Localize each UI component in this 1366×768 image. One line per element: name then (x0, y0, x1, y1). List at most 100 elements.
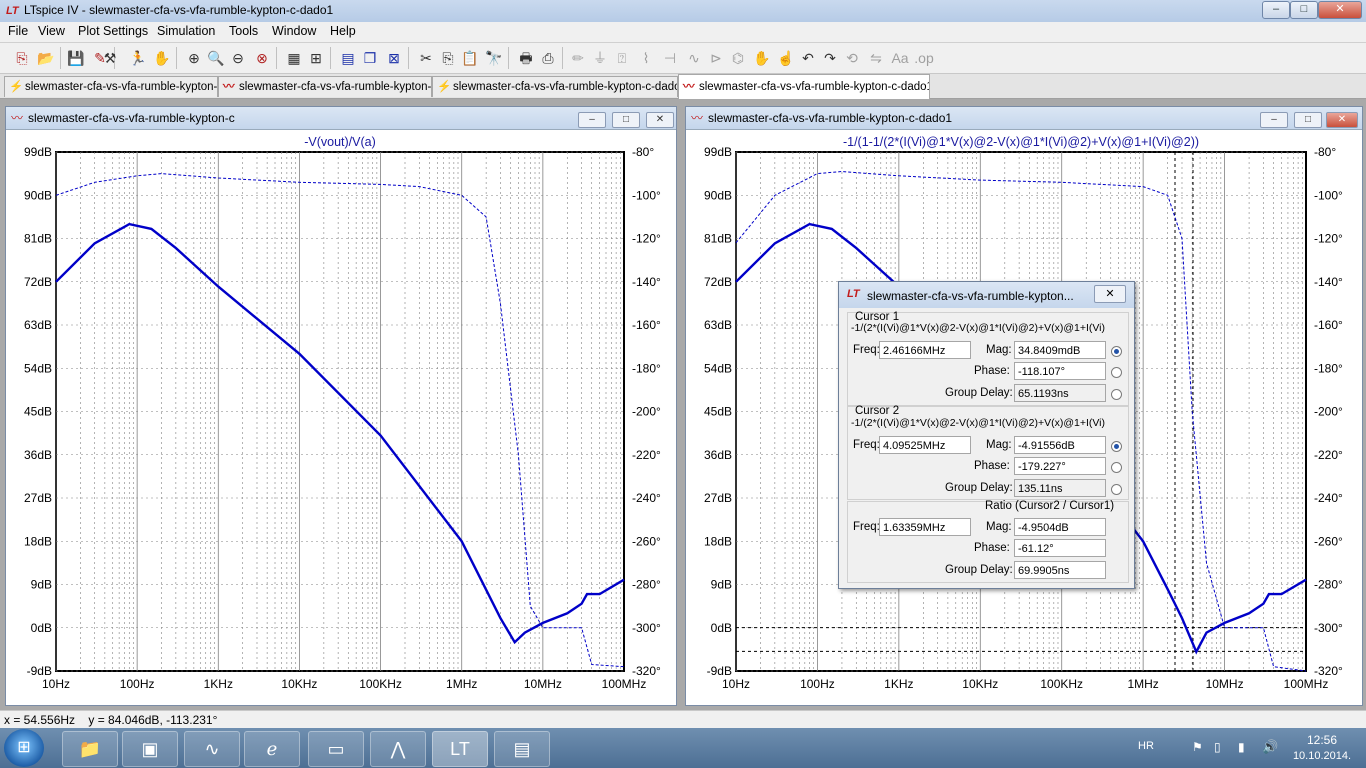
ratio-group-delay-field[interactable]: 69.9905ns (1014, 561, 1106, 579)
text-icon[interactable]: Aa (890, 48, 910, 68)
copy-icon[interactable]: ⎘ (438, 48, 458, 68)
autorange-icon[interactable]: ▦ (284, 48, 304, 68)
cursor1-phase-radio[interactable] (1111, 367, 1122, 378)
menu-window[interactable]: Window (272, 24, 316, 38)
zoom-cancel-icon[interactable]: ⊗ (252, 48, 272, 68)
dialog-close-button[interactable]: ✕ (1094, 285, 1126, 303)
tab-schematic-1[interactable]: ⚡ slewmaster-cfa-vs-vfa-rumble-kypton-c (4, 76, 218, 97)
component-icon[interactable]: ⌬ (728, 48, 748, 68)
pan-hand-icon[interactable]: ✋ (152, 48, 172, 68)
diode-icon[interactable]: ⊳ (706, 48, 726, 68)
minimize-button[interactable]: – (1262, 1, 1290, 19)
cursor1-phase-field[interactable]: -118.107° (1014, 362, 1106, 380)
clock-date[interactable]: 10.10.2014. (1284, 750, 1360, 762)
drag-icon[interactable]: ☝ (776, 48, 796, 68)
fit-icon[interactable]: ⊞ (306, 48, 326, 68)
redo-icon[interactable]: ↷ (820, 48, 840, 68)
oscilloscope-icon[interactable]: ∿ (184, 731, 240, 767)
x-tick-label: 1KHz (204, 677, 233, 691)
plot-restore-button[interactable]: □ (612, 112, 640, 128)
cascade-icon[interactable]: ❐ (360, 48, 380, 68)
hammer-icon[interactable]: ⚒ (100, 48, 120, 68)
plot-close-button[interactable]: ✕ (1326, 112, 1358, 128)
y2-tick-label: -140° (1314, 275, 1343, 289)
cursor2-group-delay-field[interactable]: 135.11ns (1014, 479, 1106, 497)
flag-icon[interactable]: ⚑ (1192, 740, 1203, 754)
antivirus-icon[interactable]: ⋀ (370, 731, 426, 767)
mirror-icon[interactable]: ⇋ (866, 48, 886, 68)
menu-help[interactable]: Help (330, 24, 356, 38)
cursor1-group-delay-radio[interactable] (1111, 389, 1122, 400)
network-icon[interactable]: ▮ (1238, 740, 1245, 754)
new-schematic-icon[interactable]: ⎘ (12, 48, 32, 68)
zoom-area-icon[interactable]: 🔍 (206, 48, 226, 68)
plot-minimize-button[interactable]: – (1260, 112, 1288, 128)
cursor-dialog[interactable]: LT slewmaster-cfa-vs-vfa-rumble-kypton..… (838, 281, 1135, 589)
print-preview-icon[interactable]: 🖶 (516, 48, 536, 68)
plot-window-left[interactable]: 〰 slewmaster-cfa-vs-vfa-rumble-kypton-c –… (5, 106, 677, 706)
spice-directive-icon[interactable]: .op (914, 48, 934, 68)
cursor2-mag-radio[interactable] (1111, 441, 1122, 452)
menu-file[interactable]: File (8, 24, 28, 38)
cut-icon[interactable]: ✂ (416, 48, 436, 68)
cursor1-mag-radio[interactable] (1111, 346, 1122, 357)
menu-tools[interactable]: Tools (229, 24, 258, 38)
print-icon[interactable]: ⎙ (538, 48, 558, 68)
trace-label[interactable]: -V(vout)/V(a) (304, 135, 376, 149)
menu-simulation[interactable]: Simulation (157, 24, 215, 38)
resistor-icon[interactable]: ⌇ (636, 48, 656, 68)
zoom-in-icon[interactable]: ⊕ (184, 48, 204, 68)
plot-close-button[interactable]: ✕ (646, 112, 674, 128)
bode-plot-left[interactable]: 99dB -80° 90dB -100° 81dB -120° 72dB -140° 63dB -… (6, 130, 674, 704)
paste-icon[interactable]: 📋 (460, 48, 480, 68)
maximize-button[interactable]: □ (1290, 1, 1318, 19)
clock-time[interactable]: 12:56 (1292, 733, 1352, 747)
inductor-icon[interactable]: ∿ (684, 48, 704, 68)
plot-minimize-button[interactable]: – (578, 112, 606, 128)
ratio-mag-field[interactable]: -4.9504dB (1014, 518, 1106, 536)
trace-label[interactable]: -1/(1-1/(2*(I(Vi)@1*V(x)@2-V(x)@1*I(Vi)@… (843, 135, 1199, 149)
start-button[interactable]: ⊞ (4, 729, 44, 767)
rotate-icon[interactable]: ⟲ (842, 48, 862, 68)
close-button[interactable]: ✕ (1318, 1, 1362, 19)
folder-app-icon[interactable]: ▭ (308, 731, 364, 767)
cursor2-group-delay-radio[interactable] (1111, 484, 1122, 495)
undo-icon[interactable]: ↶ (798, 48, 818, 68)
cursor2-phase-radio[interactable] (1111, 462, 1122, 473)
open-icon[interactable]: 📂 (36, 48, 56, 68)
wire-icon[interactable]: ✏ (568, 48, 588, 68)
tab-schematic-2[interactable]: ⚡ slewmaster-cfa-vs-vfa-rumble-kypton-c-d… (432, 76, 678, 97)
cursor1-mag-field[interactable]: 34.8409mdB (1014, 341, 1106, 359)
tab-waveform-2[interactable]: 〰 slewmaster-cfa-vs-vfa-rumble-kypton-c-d… (678, 74, 930, 99)
document-icon[interactable]: ▤ (494, 731, 550, 767)
ltspice-taskbar-icon[interactable]: LT (432, 731, 488, 767)
ratio-phase-field[interactable]: -61.12° (1014, 539, 1106, 557)
menu-view[interactable]: View (38, 24, 65, 38)
y-tick-label: 27dB (704, 491, 732, 505)
label-net-icon[interactable]: ⍰ (612, 48, 632, 68)
cursor1-freq-field[interactable]: 2.46166MHz (879, 341, 971, 359)
plot-restore-button[interactable]: □ (1294, 112, 1322, 128)
find-icon[interactable]: 🔭 (484, 48, 504, 68)
menu-plot-settings[interactable]: Plot Settings (78, 24, 148, 38)
app-icon[interactable]: ▣ (122, 731, 178, 767)
explorer-icon[interactable]: 📁 (62, 731, 118, 767)
capacitor-icon[interactable]: ⊣ (660, 48, 680, 68)
close-all-icon[interactable]: ⊠ (384, 48, 404, 68)
run-icon[interactable]: 🏃 (128, 48, 148, 68)
zoom-out-icon[interactable]: ⊖ (228, 48, 248, 68)
cursor2-phase-field[interactable]: -179.227° (1014, 457, 1106, 475)
move-icon[interactable]: ✋ (752, 48, 772, 68)
save-icon[interactable]: 💾 (66, 48, 86, 68)
language-indicator[interactable]: HR (1138, 740, 1154, 752)
internet-explorer-icon[interactable]: ℯ (244, 731, 300, 767)
ratio-freq-field[interactable]: 1.63359MHz (879, 518, 971, 536)
cursor1-group-delay-field[interactable]: 65.1193ns (1014, 384, 1106, 402)
device-icon[interactable]: ▯ (1214, 740, 1221, 754)
cursor2-freq-field[interactable]: 4.09525MHz (879, 436, 971, 454)
tile-horizontal-icon[interactable]: ▤ (338, 48, 358, 68)
cursor2-mag-field[interactable]: -4.91556dB (1014, 436, 1106, 454)
ground-icon[interactable]: ⏚ (590, 48, 610, 68)
tab-waveform-1[interactable]: 〰 slewmaster-cfa-vs-vfa-rumble-kypton-c (218, 76, 432, 97)
volume-icon[interactable]: 🔊 (1262, 739, 1278, 755)
